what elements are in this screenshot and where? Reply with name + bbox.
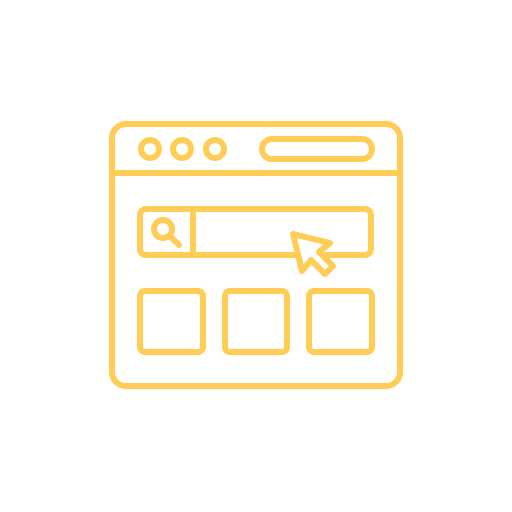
search-field <box>137 206 374 258</box>
address-bar <box>259 136 375 162</box>
window-control-dot-2 <box>170 137 194 161</box>
browser-search-illustration <box>109 121 403 389</box>
search-icon <box>151 217 182 248</box>
window-control-dot-1 <box>138 137 162 161</box>
search-box <box>137 206 374 258</box>
content-tile-3 <box>306 288 375 355</box>
content-tile-2 <box>222 288 290 355</box>
window-control-dot-3 <box>203 137 227 161</box>
content-tile-1 <box>137 288 206 355</box>
